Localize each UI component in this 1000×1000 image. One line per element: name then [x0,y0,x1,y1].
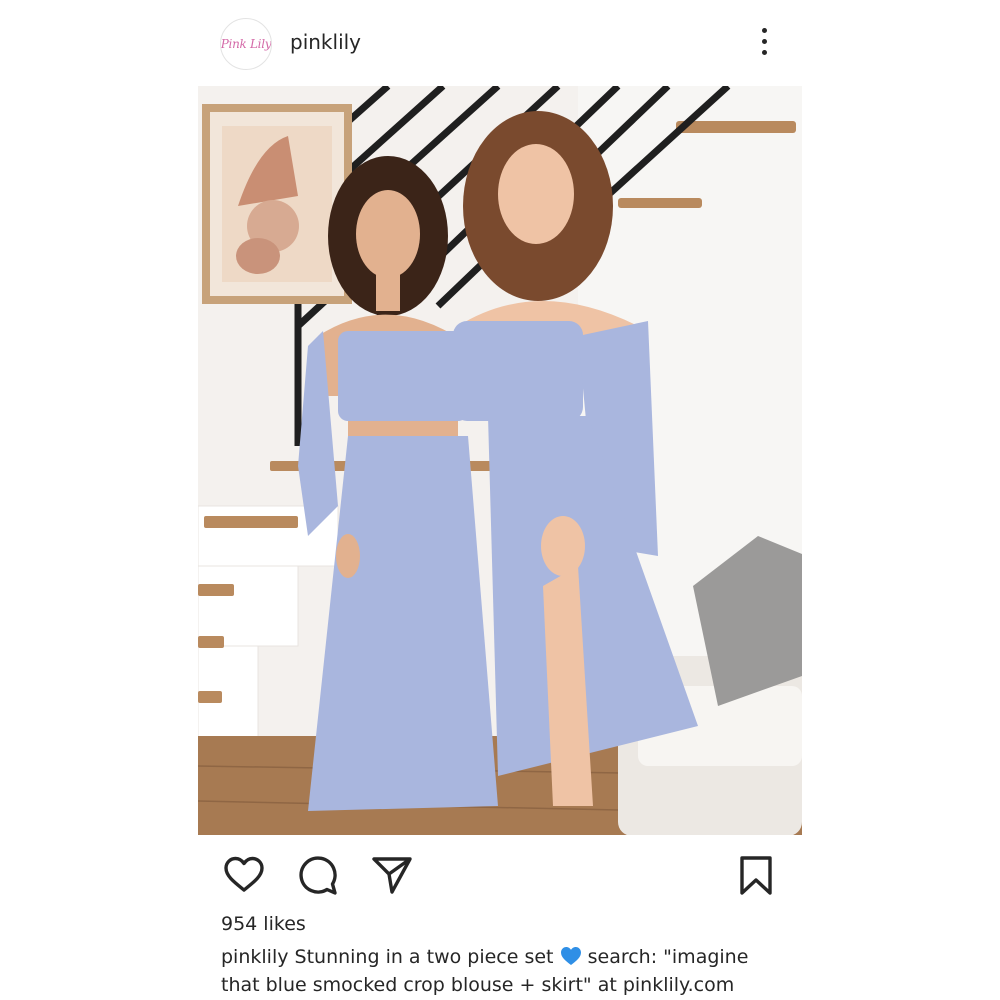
post-image[interactable] [198,86,802,835]
caption-username[interactable]: pinklily [221,946,288,968]
post-caption: pinklily Stunning in a two piece set sea… [221,943,781,999]
post-header: Pink Lily pinklily [198,14,802,74]
action-bar [198,850,802,898]
more-options-icon[interactable] [754,26,776,58]
bookmark-icon[interactable] [734,854,778,898]
heart-icon[interactable] [222,854,266,898]
photo-scene [198,86,802,835]
username-link[interactable]: pinklily [290,30,361,54]
send-paper-plane-icon[interactable] [370,854,414,898]
caption-text-part1: Stunning in a two piece set [294,946,554,968]
blue-heart-emoji-icon [560,947,581,965]
likes-count[interactable]: 954 likes [221,913,306,935]
brand-logo: Pink Lily [220,37,272,51]
avatar[interactable]: Pink Lily [220,18,272,70]
comment-bubble-icon[interactable] [296,854,340,898]
